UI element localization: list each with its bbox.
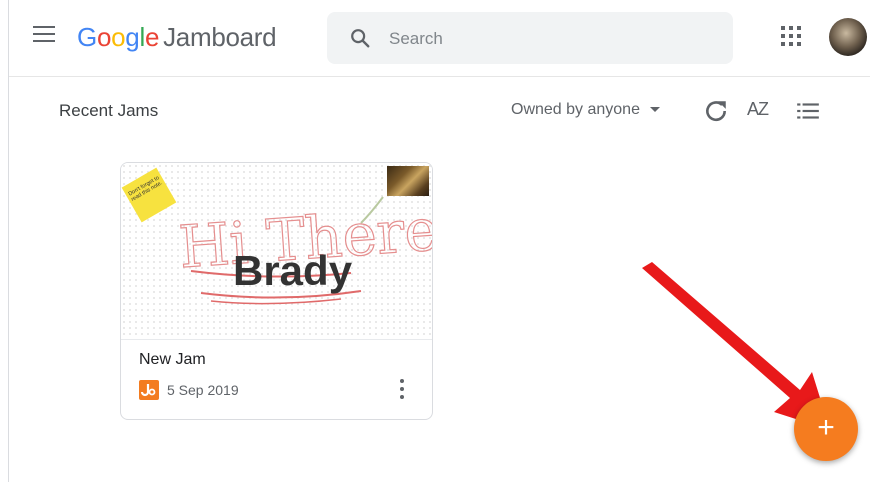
red-arrow-annotation: [642, 262, 830, 430]
new-jam-fab-button[interactable]: +: [794, 397, 858, 461]
